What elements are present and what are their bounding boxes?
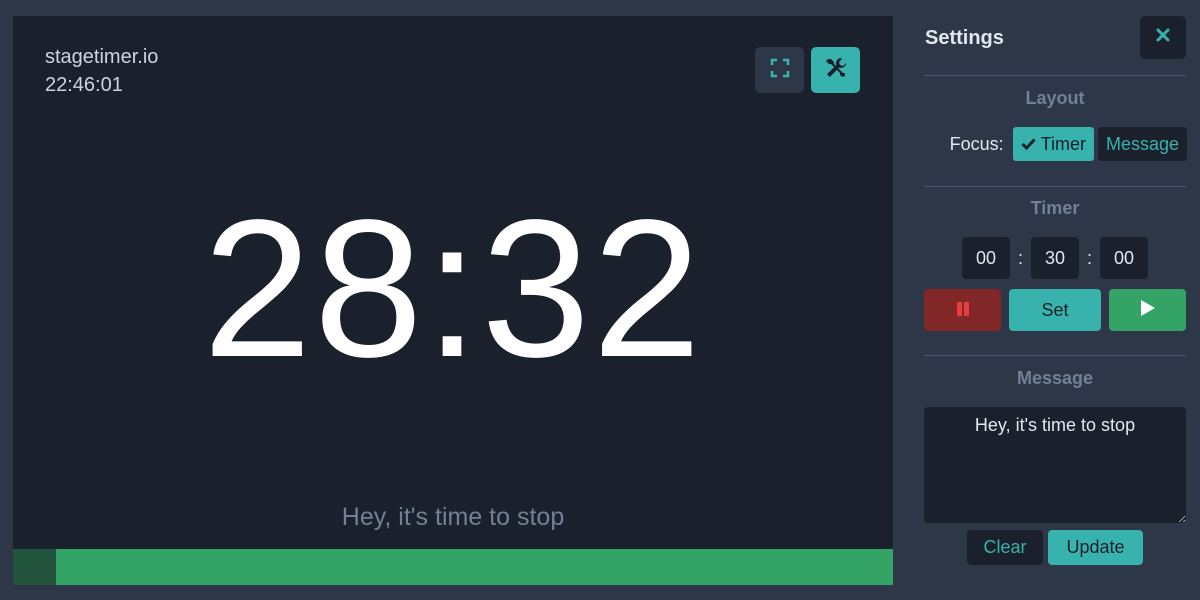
timer-display: 28:32 xyxy=(202,179,704,398)
play-button[interactable] xyxy=(1109,289,1186,331)
progress-bar-remaining xyxy=(56,549,893,585)
settings-tools-button[interactable] xyxy=(811,47,860,93)
settings-title: Settings xyxy=(925,27,1004,49)
settings-panel: Settings Layout Focus: Timer Message Tim… xyxy=(905,0,1200,600)
time-separator: : xyxy=(1017,247,1023,268)
focus-timer-option[interactable]: Timer xyxy=(1012,127,1094,161)
time-separator: : xyxy=(1086,247,1092,268)
hours-input[interactable] xyxy=(962,237,1010,279)
wrench-screwdriver-icon xyxy=(824,56,848,85)
fullscreen-button[interactable] xyxy=(755,47,804,93)
pause-button[interactable] xyxy=(924,289,1001,331)
clear-message-button[interactable]: Clear xyxy=(967,530,1043,565)
divider xyxy=(924,355,1186,356)
current-time: 22:46:01 xyxy=(45,74,123,96)
divider xyxy=(924,75,1186,76)
timer-controls: Set xyxy=(924,289,1186,331)
duration-inputs: : : xyxy=(962,237,1148,279)
check-icon xyxy=(1021,138,1036,150)
focus-timer-label: Timer xyxy=(1040,133,1086,154)
fullscreen-icon xyxy=(770,58,790,83)
close-settings-button[interactable] xyxy=(1140,16,1186,59)
message-textarea[interactable]: Hey, it's time to stop xyxy=(924,407,1186,523)
stage-preview: stagetimer.io 22:46:01 28:32 Hey, it's t… xyxy=(13,16,893,585)
close-icon xyxy=(1156,28,1170,47)
focus-message-option[interactable]: Message xyxy=(1097,127,1187,161)
play-icon xyxy=(1140,299,1155,321)
focus-label: Focus: xyxy=(949,133,1004,154)
timer-heading: Timer xyxy=(1030,198,1080,218)
message-heading: Message xyxy=(1016,368,1094,388)
divider xyxy=(924,186,1186,187)
seconds-input[interactable] xyxy=(1100,237,1148,279)
stage-message: Hey, it's time to stop xyxy=(341,503,565,531)
layout-heading: Layout xyxy=(1025,88,1085,108)
message-actions: Clear Update xyxy=(967,530,1143,565)
focus-selector: Focus: Timer Message xyxy=(925,127,1187,161)
brand-name: stagetimer.io xyxy=(45,46,159,68)
minutes-input[interactable] xyxy=(1031,237,1079,279)
update-message-button[interactable]: Update xyxy=(1048,530,1143,565)
pause-icon xyxy=(956,300,970,321)
progress-bar xyxy=(13,549,893,585)
focus-message-label: Message xyxy=(1105,133,1179,154)
set-button[interactable]: Set xyxy=(1009,289,1101,331)
